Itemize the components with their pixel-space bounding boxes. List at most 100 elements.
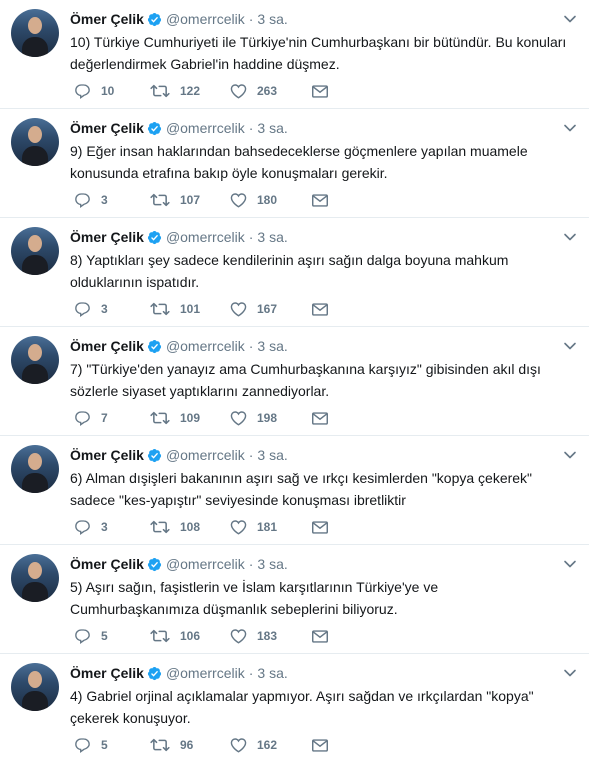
like-button[interactable]: 263 [230,83,312,99]
avatar[interactable] [11,336,59,384]
timestamp[interactable]: 3 sa. [257,446,287,464]
tweet[interactable]: Ömer Çelik @omerrcelik · 3 sa. 7) "Türki… [0,327,589,436]
tweet[interactable]: Ömer Çelik @omerrcelik · 3 sa. 10) Türki… [0,0,589,109]
reply-icon [75,629,90,644]
reply-button[interactable]: 3 [74,192,150,208]
tweet[interactable]: Ömer Çelik @omerrcelik · 3 sa. 5) Aşırı … [0,545,589,654]
heart-icon [230,411,247,426]
author-name[interactable]: Ömer Çelik [70,10,144,28]
tweet-header: Ömer Çelik @omerrcelik · 3 sa. [70,337,288,355]
direct-message-button[interactable] [312,629,328,643]
author-handle[interactable]: @omerrcelik [166,228,245,246]
retweet-button[interactable]: 106 [150,628,230,644]
chevron-down-icon[interactable] [563,12,577,26]
retweet-count: 107 [180,193,201,207]
retweet-count: 109 [180,411,201,425]
reply-icon [75,520,90,535]
author-handle[interactable]: @omerrcelik [166,10,245,28]
avatar[interactable] [11,227,59,275]
direct-message-button[interactable] [312,84,328,98]
timestamp[interactable]: 3 sa. [257,664,287,682]
direct-message-button[interactable] [312,520,328,534]
retweet-icon [150,411,170,425]
verified-badge-icon [147,557,161,571]
direct-message-button[interactable] [312,193,328,207]
retweet-button[interactable]: 109 [150,410,230,426]
tweet-text: 6) Alman dışişleri bakanının aşırı sağ v… [70,470,533,508]
like-count: 198 [257,411,278,425]
like-button[interactable]: 180 [230,192,312,208]
separator: · [248,556,254,572]
like-button[interactable]: 181 [230,519,312,535]
author-name[interactable]: Ömer Çelik [70,119,144,137]
tweet-header: Ömer Çelik @omerrcelik · 3 sa. [70,664,288,682]
tweet[interactable]: Ömer Çelik @omerrcelik · 3 sa. 6) Alman … [0,436,589,545]
author-name[interactable]: Ömer Çelik [70,664,144,682]
reply-button[interactable]: 3 [74,301,150,317]
reply-button[interactable]: 3 [74,519,150,535]
chevron-down-icon[interactable] [563,448,577,462]
direct-message-button[interactable] [312,302,328,316]
retweet-count: 108 [180,520,201,534]
chevron-down-icon[interactable] [563,666,577,680]
chevron-down-icon[interactable] [563,339,577,353]
avatar[interactable] [11,554,59,602]
timestamp[interactable]: 3 sa. [257,10,287,28]
like-button[interactable]: 162 [230,737,312,753]
chevron-down-icon[interactable] [563,121,577,135]
like-button[interactable]: 183 [230,628,312,644]
author-name[interactable]: Ömer Çelik [70,555,144,573]
tweet[interactable]: Ömer Çelik @omerrcelik · 3 sa. 9) Eğer i… [0,109,589,218]
retweet-button[interactable]: 107 [150,192,230,208]
envelope-icon [312,302,328,316]
reply-button[interactable]: 7 [74,410,150,426]
author-name[interactable]: Ömer Çelik [70,446,144,464]
reply-count: 10 [101,84,115,98]
like-button[interactable]: 198 [230,410,312,426]
chevron-down-icon[interactable] [563,230,577,244]
reply-count: 7 [101,411,108,425]
retweet-button[interactable]: 108 [150,519,230,535]
tweet-text: 8) Yaptıkları şey sadece kendilerinin aş… [70,252,509,290]
timestamp[interactable]: 3 sa. [257,119,287,137]
author-handle[interactable]: @omerrcelik [166,555,245,573]
reply-count: 3 [101,520,108,534]
verified-badge-icon [147,121,161,135]
avatar[interactable] [11,445,59,493]
retweet-count: 122 [180,84,201,98]
author-name[interactable]: Ömer Çelik [70,228,144,246]
reply-button[interactable]: 5 [74,737,150,753]
author-handle[interactable]: @omerrcelik [166,119,245,137]
avatar[interactable] [11,118,59,166]
tweet-header: Ömer Çelik @omerrcelik · 3 sa. [70,119,288,137]
timestamp[interactable]: 3 sa. [257,555,287,573]
reply-button[interactable]: 5 [74,628,150,644]
tweet[interactable]: Ömer Çelik @omerrcelik · 3 sa. 8) Yaptık… [0,218,589,327]
heart-icon [230,193,247,208]
retweet-button[interactable]: 101 [150,301,230,317]
reply-count: 3 [101,193,108,207]
avatar[interactable] [11,9,59,57]
timestamp[interactable]: 3 sa. [257,228,287,246]
author-handle[interactable]: @omerrcelik [166,446,245,464]
timestamp[interactable]: 3 sa. [257,337,287,355]
direct-message-button[interactable] [312,738,328,752]
tweet-text: 9) Eğer insan haklarından bahsedeceklers… [70,143,528,181]
reply-button[interactable]: 10 [74,83,150,99]
retweet-button[interactable]: 122 [150,83,230,99]
author-handle[interactable]: @omerrcelik [166,337,245,355]
retweet-button[interactable]: 96 [150,737,230,753]
chevron-down-icon[interactable] [563,557,577,571]
direct-message-button[interactable] [312,411,328,425]
tweet-actions: 3 108 181 [74,519,328,535]
tweet[interactable]: Ömer Çelik @omerrcelik · 3 sa. 4) Gabrie… [0,654,589,764]
reply-icon [75,84,90,99]
author-name[interactable]: Ömer Çelik [70,337,144,355]
envelope-icon [312,629,328,643]
avatar[interactable] [11,663,59,711]
author-handle[interactable]: @omerrcelik [166,664,245,682]
like-count: 183 [257,629,278,643]
like-count: 181 [257,520,278,534]
like-count: 263 [257,84,278,98]
like-button[interactable]: 167 [230,301,312,317]
